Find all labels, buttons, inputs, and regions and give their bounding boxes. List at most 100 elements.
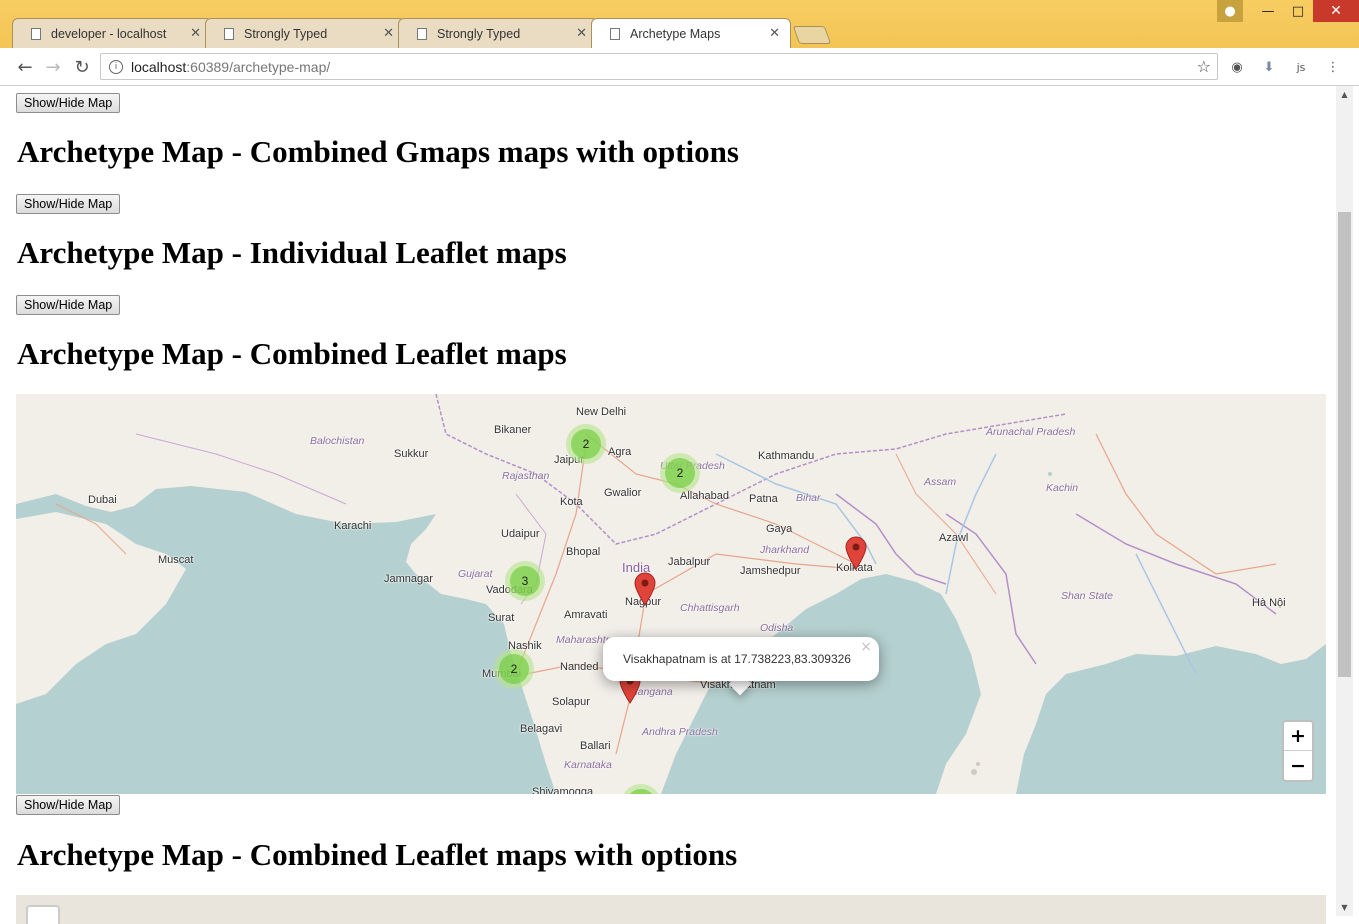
tab-title: Strongly Typed bbox=[437, 26, 521, 41]
cluster-count: 3 bbox=[510, 566, 540, 596]
place-label: Ballari bbox=[580, 740, 611, 752]
zoom-out-button[interactable]: − bbox=[1284, 751, 1312, 780]
place-label: Bikaner bbox=[494, 424, 532, 436]
marker-cluster[interactable]: 3 bbox=[505, 561, 545, 601]
region-label: Odisha bbox=[760, 622, 794, 634]
map-marker-icon[interactable] bbox=[845, 536, 867, 570]
leaflet-map[interactable]: New Delhi Bikaner Jaipur Agra Sukkur Kar… bbox=[16, 394, 1326, 794]
close-tab-icon[interactable]: ✕ bbox=[383, 26, 394, 41]
region-label: Andhra Pradesh bbox=[642, 726, 718, 738]
tab-strongly-typed-2[interactable]: Strongly Typed ✕ bbox=[398, 18, 598, 48]
place-label: Belagavi bbox=[520, 723, 563, 735]
region-label: Chhattisgarh bbox=[680, 602, 740, 614]
region-label: Jharkhand bbox=[760, 544, 810, 556]
window-controls: ● — □ ✕ bbox=[1217, 0, 1359, 22]
place-label: Nanded bbox=[560, 661, 599, 673]
popup-close-icon[interactable]: × bbox=[860, 639, 872, 655]
place-label: Allahabad bbox=[680, 490, 729, 502]
info-icon[interactable]: i bbox=[109, 59, 123, 74]
page-heading: Archetype Map - Combined Leaflet maps bbox=[17, 336, 567, 371]
forward-arrow-icon[interactable]: → bbox=[42, 56, 64, 78]
close-tab-icon[interactable]: ✕ bbox=[769, 26, 780, 41]
place-label: Dubai bbox=[88, 494, 117, 506]
leaflet-map-with-options[interactable] bbox=[16, 895, 1326, 924]
place-label: Gwalior bbox=[604, 487, 642, 499]
place-label: Amravati bbox=[564, 609, 608, 621]
maximize-button[interactable]: □ bbox=[1283, 0, 1313, 22]
region-label: Shan State bbox=[1061, 590, 1113, 602]
tab-developer-localhost[interactable]: developer - localhost ✕ bbox=[12, 18, 212, 48]
map-popup: Visakhapatnam is at 17.738223,83.309326 … bbox=[603, 637, 879, 681]
region-label: Rajasthan bbox=[502, 470, 550, 482]
map-marker-icon[interactable] bbox=[634, 572, 656, 606]
tab-archetype-maps[interactable]: Archetype Maps ✕ bbox=[591, 18, 791, 48]
marker-cluster[interactable]: 2 bbox=[494, 649, 534, 689]
extension-globe-icon[interactable]: ◉ bbox=[1228, 58, 1246, 76]
show-hide-map-button[interactable]: Show/Hide Map bbox=[16, 194, 121, 214]
place-label: Sukkur bbox=[394, 448, 429, 460]
place-label: Azawl bbox=[939, 532, 969, 544]
js-extension-icon[interactable]: js bbox=[1292, 58, 1310, 76]
page-heading: Archetype Map - Combined Gmaps maps with… bbox=[17, 134, 739, 169]
browser-chrome: ● — □ ✕ developer - localhost ✕ Strongly… bbox=[0, 0, 1359, 86]
download-icon[interactable]: ⬇ bbox=[1260, 58, 1278, 76]
place-label: Bhopal bbox=[566, 546, 601, 558]
region-label: Gujarat bbox=[458, 568, 493, 580]
user-profile-icon[interactable]: ● bbox=[1217, 0, 1243, 22]
url-path: :60389/archetype-map/ bbox=[186, 58, 331, 75]
marker-cluster[interactable]: 2 bbox=[566, 424, 606, 464]
place-label: Patna bbox=[749, 493, 778, 505]
tab-title: Strongly Typed bbox=[244, 26, 328, 41]
place-label: Jamshedpur bbox=[740, 565, 801, 577]
place-label: Shivamogga bbox=[532, 786, 594, 794]
back-arrow-icon[interactable]: ← bbox=[14, 56, 36, 78]
region-label: Arunachal Pradesh bbox=[986, 426, 1076, 438]
cluster-count: 2 bbox=[571, 429, 601, 459]
place-label: Surat bbox=[488, 612, 515, 624]
close-tab-icon[interactable]: ✕ bbox=[190, 26, 201, 41]
page-icon bbox=[31, 27, 41, 40]
place-label: Jabalpur bbox=[668, 556, 711, 568]
place-label: Udaipur bbox=[501, 528, 540, 540]
scroll-up-arrow-icon[interactable]: ▲ bbox=[1336, 86, 1353, 103]
reload-icon[interactable]: ↻ bbox=[71, 56, 93, 78]
page-heading: Archetype Map - Combined Leaflet maps wi… bbox=[17, 837, 738, 872]
zoom-control: + − bbox=[1282, 720, 1314, 782]
page-icon bbox=[417, 27, 427, 40]
place-label: Kathmandu bbox=[758, 450, 815, 462]
page-icon bbox=[610, 27, 620, 40]
close-tab-icon[interactable]: ✕ bbox=[576, 26, 587, 41]
marker-cluster[interactable]: 2 bbox=[660, 453, 700, 493]
place-label: Gaya bbox=[766, 523, 793, 535]
place-label: Jamnagar bbox=[384, 573, 433, 585]
zoom-in-button[interactable]: + bbox=[1284, 722, 1312, 751]
scroll-down-arrow-icon[interactable]: ▼ bbox=[1336, 899, 1353, 916]
place-label: Karachi bbox=[334, 520, 372, 532]
scroll-thumb[interactable] bbox=[1338, 212, 1351, 677]
vertical-scrollbar[interactable]: ▲ ▼ bbox=[1336, 86, 1353, 916]
show-hide-map-button[interactable]: Show/Hide Map bbox=[16, 295, 121, 315]
page-icon bbox=[224, 27, 234, 40]
place-label: Kota bbox=[560, 496, 583, 508]
bookmark-star-icon[interactable]: ☆ bbox=[1197, 57, 1211, 76]
address-bar[interactable]: i localhost:60389/archetype-map/ ☆ bbox=[100, 53, 1218, 80]
region-label: Kachin bbox=[1046, 482, 1079, 494]
cluster-count: 2 bbox=[499, 654, 529, 684]
page-viewport: Show/Hide Map Archetype Map - Combined G… bbox=[0, 86, 1359, 924]
minimize-button[interactable]: — bbox=[1253, 0, 1283, 22]
popup-text: Visakhapatnam is at 17.738223,83.309326 bbox=[623, 652, 851, 666]
show-hide-map-button[interactable]: Show/Hide Map bbox=[16, 93, 121, 113]
show-hide-map-button[interactable]: Show/Hide Map bbox=[16, 795, 121, 815]
place-label: Hà Nội bbox=[1252, 597, 1286, 609]
tab-title: Archetype Maps bbox=[630, 26, 721, 41]
close-window-button[interactable]: ✕ bbox=[1313, 0, 1359, 22]
place-label: Muscat bbox=[158, 554, 194, 566]
zoom-control[interactable] bbox=[26, 905, 60, 924]
region-label: Karnataka bbox=[564, 759, 612, 771]
tab-strongly-typed-1[interactable]: Strongly Typed ✕ bbox=[205, 18, 405, 48]
menu-dots-icon[interactable]: ⋮ bbox=[1324, 58, 1342, 76]
place-label: Solapur bbox=[552, 696, 590, 708]
region-label: Balochistan bbox=[310, 435, 365, 447]
place-label: Agra bbox=[608, 446, 632, 458]
new-tab-button[interactable] bbox=[792, 26, 832, 44]
